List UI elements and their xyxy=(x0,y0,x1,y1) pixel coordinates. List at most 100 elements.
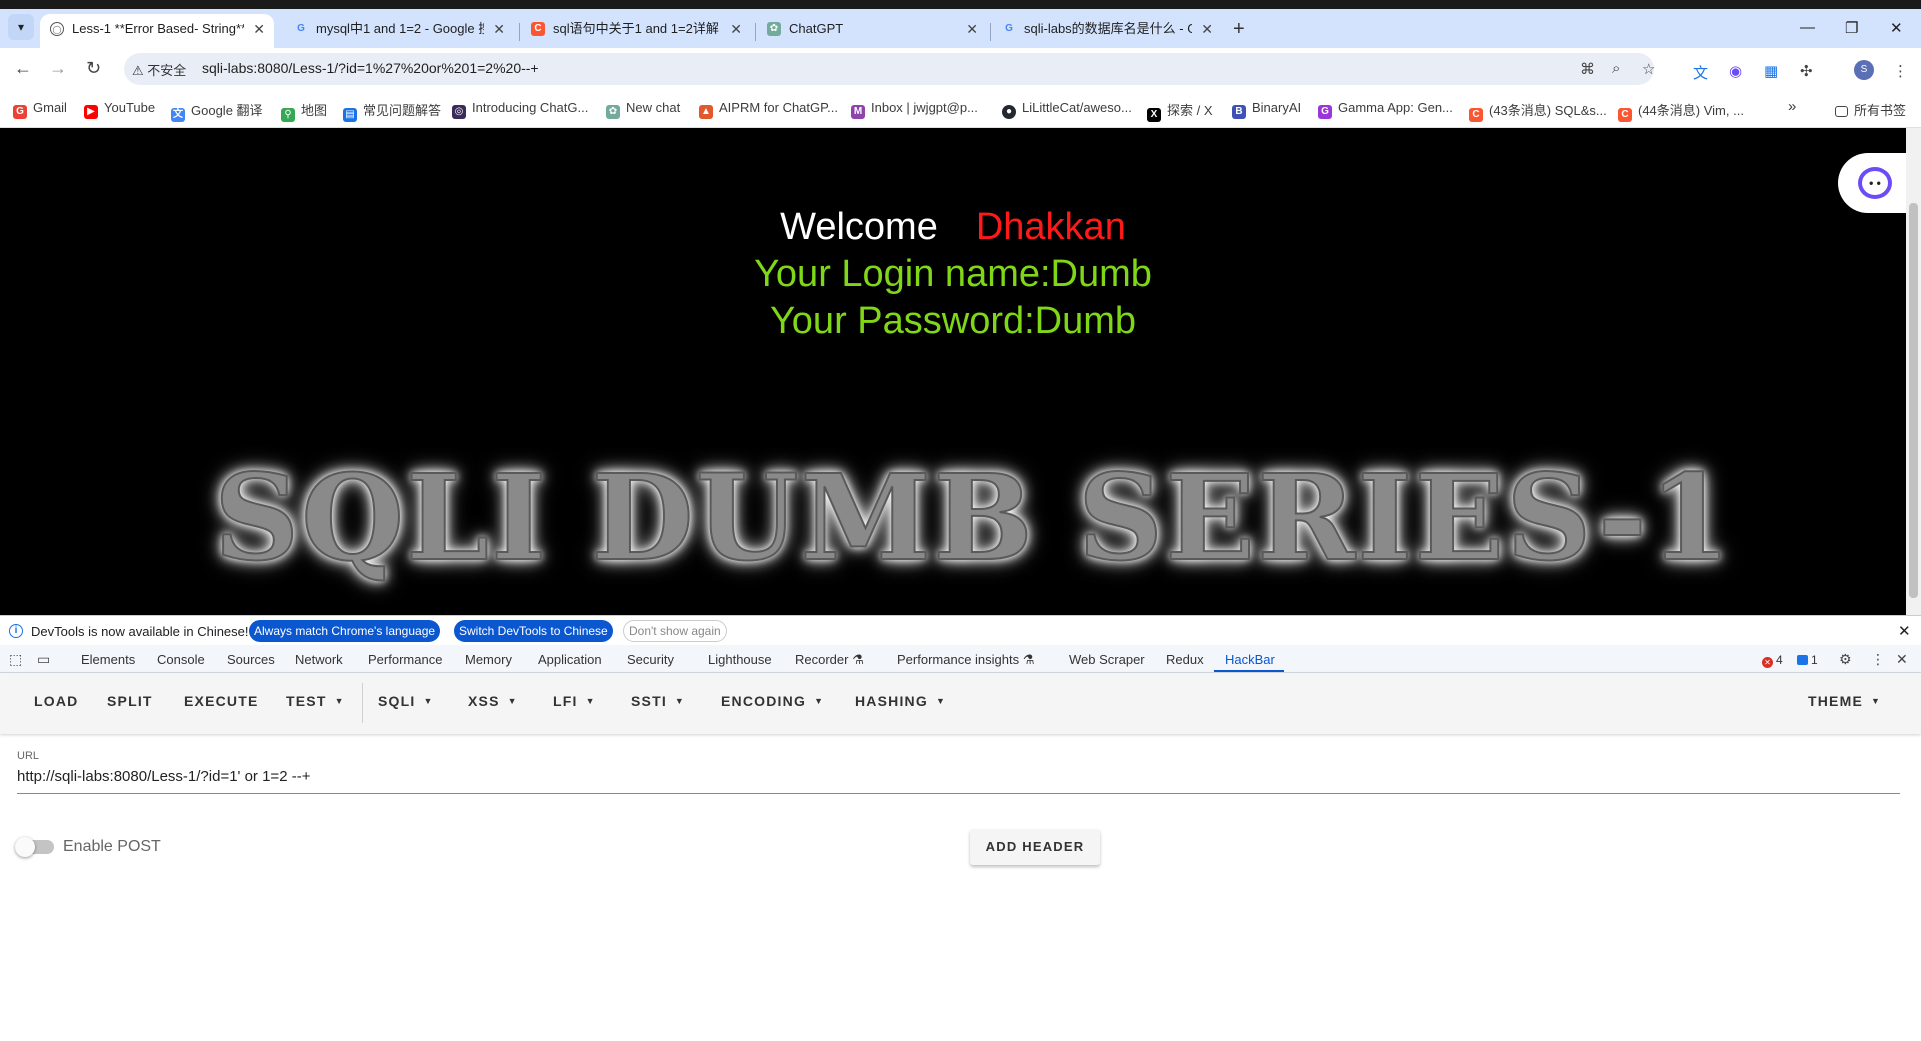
bookmark-maps[interactable]: ⚲ 地图 xyxy=(281,100,327,122)
lfi-menu-button[interactable]: LFI ▼ xyxy=(553,693,596,709)
close-icon[interactable]: ✕ xyxy=(966,14,978,44)
bookmark-new-chat[interactable]: ✿ New chat xyxy=(606,100,680,119)
devtools-tab-security[interactable]: Security xyxy=(627,652,674,667)
test-menu-button[interactable]: TEST ▼ xyxy=(286,693,345,709)
close-icon[interactable]: ✕ xyxy=(1898,622,1911,640)
bookmark-github[interactable]: ● LiLittleCat/aweso... xyxy=(1002,100,1132,119)
bookmark-introducing-chatgpt[interactable]: ◎ Introducing ChatG... xyxy=(452,100,588,119)
security-warning-chip[interactable]: ⚠ 不安全 xyxy=(132,60,186,79)
translate-extension-icon[interactable]: 文 xyxy=(1693,62,1708,83)
globe-icon: ◯ xyxy=(50,22,64,36)
address-bar[interactable]: ⚠ 不安全 sqli-labs:8080/Less-1/?id=1%27%20o… xyxy=(124,53,1655,85)
always-match-language-button[interactable]: Always match Chrome's language xyxy=(249,620,441,642)
inspect-element-icon[interactable]: ⬚ xyxy=(9,651,22,668)
tab-chatgpt[interactable]: ✿ ChatGPT ✕ xyxy=(757,14,987,48)
encoding-menu-button[interactable]: ENCODING ▼ xyxy=(721,693,824,709)
close-icon[interactable]: ✕ xyxy=(1201,14,1213,44)
close-icon[interactable]: ✕ xyxy=(253,14,265,44)
hackbar-panel: LOAD SPLIT EXECUTE TEST ▼ SQLI ▼ XSS ▼ LFI ▼… xyxy=(0,673,1921,1041)
bookmark-inbox[interactable]: M Inbox | jwjgpt@p... xyxy=(851,100,978,119)
enable-post-toggle[interactable] xyxy=(15,837,54,857)
devtools-tab-console[interactable]: Console xyxy=(157,652,205,667)
url-input[interactable]: http://sqli-labs:8080/Less-1/?id=1' or 1… xyxy=(17,768,310,785)
scrollbar-thumb[interactable] xyxy=(1909,203,1918,598)
devtools-tab-performance-insights[interactable]: Performance insights ⚗ xyxy=(897,652,1034,668)
dont-show-again-button[interactable]: Don't show again xyxy=(623,620,727,642)
devtools-tab-web-scraper[interactable]: Web Scraper xyxy=(1069,652,1145,667)
bookmark-csdn-44[interactable]: C (44条消息) Vim, ... xyxy=(1618,100,1744,122)
new-tab-button[interactable]: + xyxy=(1233,18,1245,41)
devtools-tab-recorder[interactable]: Recorder ⚗ xyxy=(795,652,864,668)
load-button[interactable]: LOAD xyxy=(34,693,78,709)
tab-sql-article[interactable]: C sql语句中关于1 and 1=2详解 ✕ xyxy=(521,14,751,48)
bookmark-aiprm[interactable]: ▲ AIPRM for ChatGP... xyxy=(699,100,838,119)
back-arrow-icon[interactable]: ← xyxy=(14,58,32,79)
xss-menu-button[interactable]: XSS ▼ xyxy=(468,693,518,709)
bookmark-star-icon[interactable]: ☆ xyxy=(1642,60,1655,78)
split-button[interactable]: SPLIT xyxy=(107,693,153,709)
close-devtools-icon[interactable]: ✕ xyxy=(1896,651,1908,668)
bookmark-youtube[interactable]: ▶ YouTube xyxy=(84,100,155,119)
bookmark-binaryai[interactable]: B BinaryAI xyxy=(1232,100,1301,119)
bookmark-gamma[interactable]: G Gamma App: Gen... xyxy=(1318,100,1453,119)
bookmark-faq[interactable]: ▤ 常见问题解答 xyxy=(343,100,441,122)
tab-less-1[interactable]: ◯ Less-1 **Error Based- String** ✕ xyxy=(40,14,274,48)
tab-title: mysql中1 and 1=2 - Google 搜索 xyxy=(316,21,484,36)
tab-sqli-labs-google[interactable]: G sqli-labs的数据库名是什么 - Google ✕ xyxy=(992,14,1222,48)
all-bookmarks-folder[interactable]: 所有书签 xyxy=(1835,100,1906,119)
bookmark-gmail[interactable]: G Gmail xyxy=(13,100,67,119)
chatgpt-icon: ✿ xyxy=(606,105,620,119)
bookmarks-overflow-icon[interactable]: » xyxy=(1788,98,1796,115)
error-count-badge[interactable]: ✕ 4 xyxy=(1762,653,1783,668)
devtools-tab-lighthouse[interactable]: Lighthouse xyxy=(708,652,772,667)
all-bookmarks-label: 所有书签 xyxy=(1854,103,1907,118)
more-options-icon[interactable]: ⋮ xyxy=(1871,651,1885,668)
devtools-tab-redux[interactable]: Redux xyxy=(1166,652,1204,667)
bookmark-csdn-43[interactable]: C (43条消息) SQL&s... xyxy=(1469,100,1607,122)
tab-bar: ▾ ◯ Less-1 **Error Based- String** ✕ G m… xyxy=(0,9,1921,48)
hashing-menu-button[interactable]: HASHING ▼ xyxy=(855,693,946,709)
assistant-extension-icon[interactable]: ◉ xyxy=(1729,62,1742,80)
error-icon: ✕ xyxy=(1762,657,1773,668)
forward-arrow-icon[interactable]: → xyxy=(49,58,67,79)
zoom-icon[interactable]: ⌕ xyxy=(1612,60,1620,77)
tab-search-chevron-icon[interactable]: ▾ xyxy=(8,14,34,40)
devtools-tab-network[interactable]: Network xyxy=(295,652,343,667)
add-header-button[interactable]: ADD HEADER xyxy=(970,829,1100,865)
reload-icon[interactable]: ↻ xyxy=(86,58,101,79)
devtools-tab-memory[interactable]: Memory xyxy=(465,652,512,667)
message-count-badge[interactable]: 1 xyxy=(1797,653,1818,667)
bookmark-label: Gmail xyxy=(33,100,67,115)
ssti-menu-button[interactable]: SSTI ▼ xyxy=(631,693,685,709)
assistant-floating-button[interactable]: • • xyxy=(1838,153,1906,213)
tab-mysql-google[interactable]: G mysql中1 and 1=2 - Google 搜索 ✕ xyxy=(284,14,514,48)
device-toolbar-icon[interactable]: ▭ xyxy=(37,651,50,668)
execute-button[interactable]: EXECUTE xyxy=(184,693,259,709)
extensions-puzzle-icon[interactable]: ✣ xyxy=(1800,62,1813,80)
minimize-button[interactable]: — xyxy=(1800,19,1815,36)
bookmark-x[interactable]: X 探索 / X xyxy=(1147,100,1213,122)
devtools-tab-elements[interactable]: Elements xyxy=(81,652,135,667)
devtools-tab-hackbar[interactable]: HackBar xyxy=(1225,652,1275,667)
web-scraper-extension-icon[interactable]: ▦ xyxy=(1764,62,1778,80)
avatar[interactable]: S xyxy=(1854,60,1874,80)
restore-button[interactable]: ❐ xyxy=(1845,19,1858,37)
bookmark-google-translate[interactable]: 文 Google 翻译 xyxy=(171,100,263,122)
close-icon[interactable]: ✕ xyxy=(493,14,505,44)
settings-gear-icon[interactable]: ⚙ xyxy=(1839,651,1852,668)
devtools-tab-sources[interactable]: Sources xyxy=(227,652,275,667)
close-icon[interactable]: ✕ xyxy=(730,14,742,44)
sqli-menu-button[interactable]: SQLI ▼ xyxy=(378,693,434,709)
devtools-tab-performance[interactable]: Performance xyxy=(368,652,442,667)
switch-devtools-chinese-button[interactable]: Switch DevTools to Chinese xyxy=(454,620,613,642)
bookmarks-bar: G Gmail ▶ YouTube 文 Google 翻译 ⚲ 地图 ▤ 常见问题解答 ◎… xyxy=(0,90,1921,128)
devtools-tab-application[interactable]: Application xyxy=(538,652,602,667)
theme-menu-button[interactable]: THEME ▼ xyxy=(1808,693,1881,709)
translate-icon[interactable]: ⌘ xyxy=(1580,60,1595,78)
hackbar-menu: LOAD SPLIT EXECUTE TEST ▼ SQLI ▼ XSS ▼ LFI ▼… xyxy=(0,673,1921,734)
close-window-button[interactable]: ✕ xyxy=(1890,19,1903,37)
url-text[interactable]: sqli-labs:8080/Less-1/?id=1%27%20or%201=… xyxy=(202,60,539,76)
browser-menu-icon[interactable]: ⋮ xyxy=(1893,62,1908,80)
github-icon: ● xyxy=(1002,105,1016,119)
page-scrollbar[interactable] xyxy=(1906,128,1921,615)
